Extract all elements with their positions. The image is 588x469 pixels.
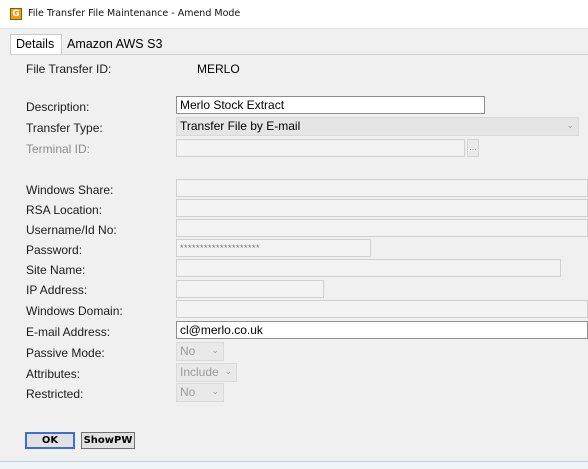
attributes-label: Attributes:: [26, 367, 81, 381]
username-label: Username/Id No:: [26, 223, 117, 237]
chevron-down-icon: ⌄: [211, 387, 219, 397]
transfer-type-select[interactable]: Transfer File by E-mail ⌄: [176, 117, 579, 136]
passive-mode-value: No: [180, 344, 196, 358]
site-name-label: Site Name:: [26, 263, 86, 277]
tab-details[interactable]: Details: [10, 34, 62, 55]
email-address-input[interactable]: cl@merlo.co.uk: [176, 321, 588, 339]
tab-amazon-aws-s3[interactable]: Amazon AWS S3: [62, 35, 167, 54]
passive-mode-label: Passive Mode:: [26, 346, 105, 360]
email-address-label: E-mail Address:: [26, 325, 111, 339]
window-title: File Transfer File Maintenance - Amend M…: [28, 8, 241, 19]
ok-button[interactable]: OK: [25, 432, 75, 449]
rsa-location-label: RSA Location:: [26, 203, 103, 217]
windows-domain-label: Windows Domain:: [26, 304, 123, 318]
ip-address-input[interactable]: [176, 280, 324, 298]
file-transfer-id-value: MERLO: [197, 62, 240, 76]
terminal-id-input[interactable]: [176, 139, 465, 157]
transfer-type-value: Transfer File by E-mail: [180, 119, 301, 133]
ip-address-label: IP Address:: [26, 283, 88, 297]
file-transfer-id-label: File Transfer ID:: [26, 62, 112, 76]
windows-domain-input[interactable]: [176, 300, 588, 318]
site-name-input[interactable]: [176, 259, 561, 277]
app-icon: G: [10, 8, 22, 20]
terminal-id-browse-button[interactable]: ...: [467, 139, 479, 157]
password-label: Password:: [26, 243, 83, 257]
attributes-value: Include: [180, 365, 219, 379]
username-input[interactable]: [176, 219, 588, 237]
windows-share-input[interactable]: [176, 179, 588, 197]
terminal-id-label: Terminal ID:: [26, 142, 91, 156]
show-password-button[interactable]: ShowPW: [81, 432, 135, 449]
tab-panel-border: [10, 54, 588, 55]
restricted-select[interactable]: No ⌄: [176, 383, 224, 402]
attributes-select[interactable]: Include ⌄: [176, 363, 237, 382]
chevron-down-icon: ⌄: [566, 121, 574, 131]
description-label: Description:: [26, 100, 90, 114]
transfer-type-label: Transfer Type:: [26, 121, 103, 135]
rsa-location-input[interactable]: [176, 199, 588, 217]
description-input[interactable]: Merlo Stock Extract: [176, 96, 485, 114]
chevron-down-icon: ⌄: [211, 346, 219, 356]
title-bar: G File Transfer File Maintenance - Amend…: [0, 0, 588, 29]
passive-mode-select[interactable]: No ⌄: [176, 342, 224, 361]
windows-share-label: Windows Share:: [26, 183, 114, 197]
restricted-value: No: [180, 385, 196, 399]
restricted-label: Restricted:: [26, 387, 84, 401]
password-input[interactable]: ********************: [176, 239, 371, 257]
chevron-down-icon: ⌄: [224, 367, 232, 377]
